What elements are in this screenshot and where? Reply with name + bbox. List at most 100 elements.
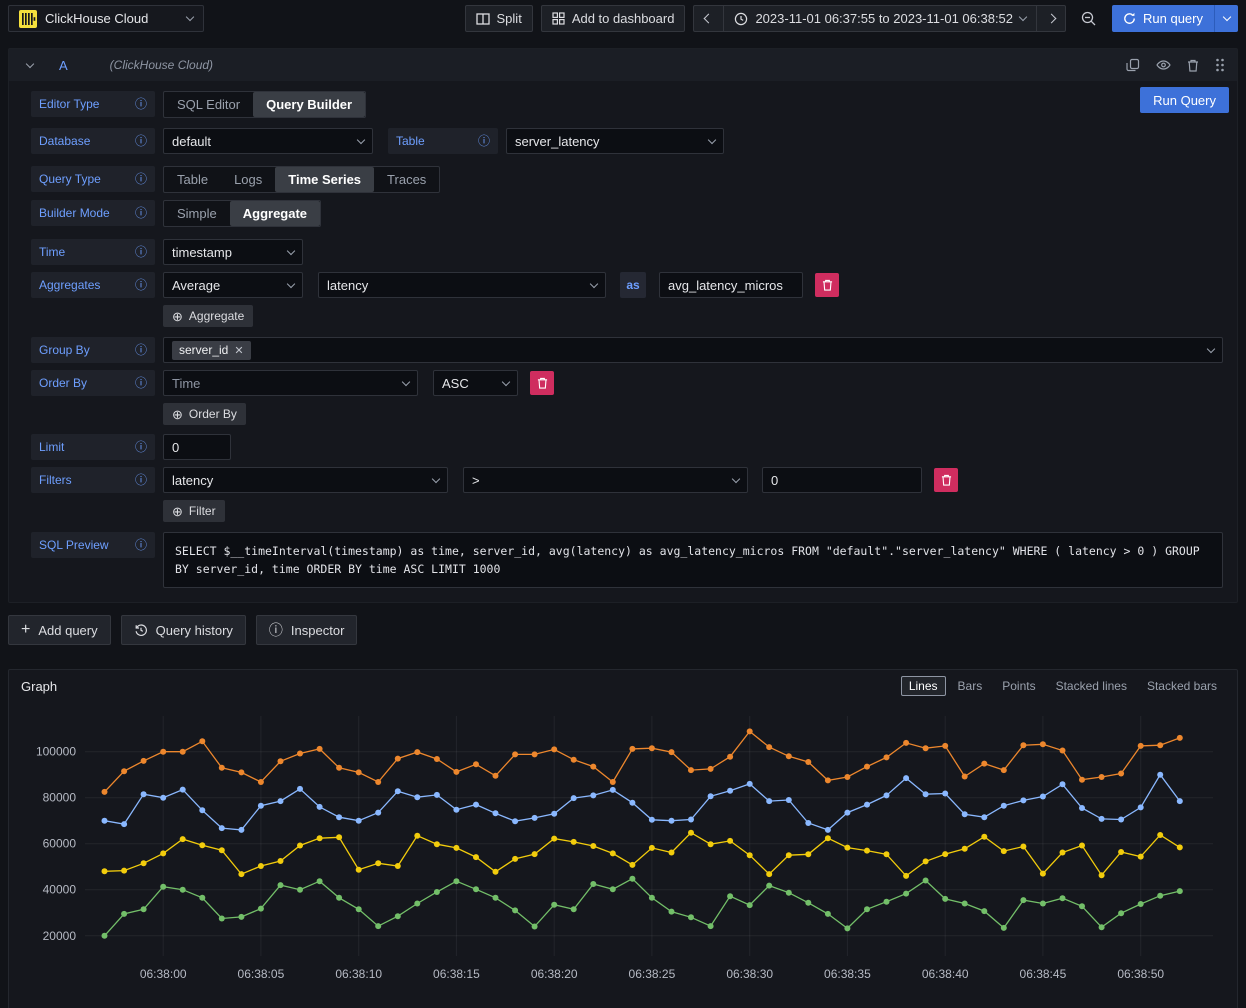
filter-value-input[interactable] — [762, 467, 922, 493]
data-point — [375, 810, 381, 816]
aggregate-function-select[interactable]: Average — [163, 272, 303, 298]
datasource-picker[interactable]: ClickHouse Cloud — [8, 5, 204, 32]
option-time-series[interactable]: Time Series — [275, 167, 374, 192]
info-icon[interactable]: ⓘ — [135, 474, 147, 486]
duplicate-query-icon[interactable] — [1126, 58, 1140, 72]
data-point — [121, 821, 127, 827]
remove-filter-button[interactable] — [934, 468, 958, 492]
option-sql-editor[interactable]: SQL Editor — [164, 92, 253, 117]
option-points[interactable]: Points — [994, 676, 1043, 696]
info-icon[interactable]: ⓘ — [135, 173, 147, 185]
split-button[interactable]: Split — [465, 5, 533, 32]
option-table[interactable]: Table — [164, 167, 221, 192]
option-aggregate[interactable]: Aggregate — [230, 201, 320, 226]
time-series-chart[interactable]: 2000040000600008000010000006:38:0006:38:… — [9, 702, 1223, 1000]
trash-icon[interactable] — [1187, 59, 1199, 72]
data-point — [258, 779, 264, 785]
data-point — [453, 878, 459, 884]
data-point — [1020, 897, 1026, 903]
option-bars[interactable]: Bars — [950, 676, 991, 696]
data-point — [825, 827, 831, 833]
add-filter-button[interactable]: ⊕ Filter — [163, 500, 225, 522]
remove-aggregate-button[interactable] — [815, 273, 839, 297]
remove-tag-icon[interactable]: ✕ — [234, 344, 243, 357]
eye-icon[interactable] — [1156, 59, 1171, 71]
run-query-dropdown[interactable] — [1214, 5, 1238, 32]
info-icon[interactable]: ⓘ — [135, 539, 147, 551]
aggregate-alias-input[interactable] — [659, 272, 803, 298]
data-point — [962, 774, 968, 780]
option-traces[interactable]: Traces — [374, 167, 439, 192]
option-simple[interactable]: Simple — [164, 201, 230, 226]
series-avg-latency-micros-d[interactable] — [102, 728, 1183, 795]
y-axis-tick-label: 100000 — [36, 745, 76, 759]
split-icon — [476, 13, 490, 25]
add-query-button[interactable]: + Add query — [8, 615, 111, 645]
run-query-inline-button[interactable]: Run Query — [1140, 87, 1229, 113]
option-stacked-bars[interactable]: Stacked bars — [1139, 676, 1225, 696]
table-select[interactable]: server_latency — [506, 128, 724, 154]
info-icon[interactable]: ⓘ — [135, 98, 147, 110]
series-avg-latency-micros-b[interactable] — [102, 830, 1183, 879]
limit-input[interactable] — [163, 434, 231, 460]
data-point — [766, 798, 772, 804]
query-datasource-hint: (ClickHouse Cloud) — [110, 58, 213, 72]
info-icon[interactable]: ⓘ — [478, 135, 490, 147]
data-point — [571, 839, 577, 845]
time-range-forward-button[interactable] — [1036, 5, 1066, 32]
add-aggregate-button[interactable]: ⊕ Aggregate — [163, 305, 253, 327]
data-point — [532, 751, 538, 757]
filter-column-select[interactable]: latency — [163, 467, 448, 493]
info-icon[interactable]: ⓘ — [135, 441, 147, 453]
data-point — [805, 759, 811, 765]
clickhouse-logo-icon — [19, 10, 37, 28]
chevron-down-icon — [1207, 344, 1215, 352]
data-point — [766, 883, 772, 889]
time-range-back-button[interactable] — [693, 5, 723, 32]
group-by-tag[interactable]: server_id ✕ — [172, 341, 251, 360]
data-point — [1177, 844, 1183, 850]
option-query-builder[interactable]: Query Builder — [253, 92, 365, 117]
query-row-header[interactable]: A (ClickHouse Cloud) — [9, 49, 1237, 81]
time-column-select[interactable]: timestamp — [163, 239, 303, 265]
query-history-button[interactable]: Query history — [121, 615, 246, 645]
data-point — [981, 908, 987, 914]
info-icon[interactable]: ⓘ — [135, 344, 147, 356]
info-icon[interactable]: ⓘ — [135, 207, 147, 219]
order-by-field-select[interactable]: Time — [163, 370, 418, 396]
database-select[interactable]: default — [163, 128, 373, 154]
chevron-down-icon — [708, 135, 716, 143]
option-logs[interactable]: Logs — [221, 167, 275, 192]
add-to-dashboard-button[interactable]: Add to dashboard — [541, 5, 686, 32]
series-avg-latency-micros-c[interactable] — [102, 772, 1183, 833]
data-point — [727, 838, 733, 844]
data-point — [160, 749, 166, 755]
zoom-out-time-button[interactable] — [1074, 5, 1104, 32]
info-icon[interactable]: ⓘ — [135, 279, 147, 291]
drag-handle-icon[interactable] — [1215, 58, 1225, 72]
data-point — [434, 792, 440, 798]
inspector-button[interactable]: ⓘ Inspector — [256, 615, 357, 645]
data-point — [669, 818, 675, 824]
data-point — [1177, 735, 1183, 741]
order-by-direction-select[interactable]: ASC — [433, 370, 518, 396]
info-icon[interactable]: ⓘ — [135, 246, 147, 258]
filter-operator-select[interactable]: > — [463, 467, 748, 493]
run-query-button[interactable]: Run query — [1112, 5, 1214, 32]
add-order-by-button[interactable]: ⊕ Order By — [163, 403, 246, 425]
info-icon[interactable]: ⓘ — [135, 135, 147, 147]
option-stacked-lines[interactable]: Stacked lines — [1048, 676, 1135, 696]
option-lines[interactable]: Lines — [901, 676, 946, 696]
series-avg-latency-micros-a[interactable] — [102, 876, 1183, 939]
group-by-multiselect[interactable]: server_id ✕ — [163, 337, 1223, 363]
x-axis-tick-label: 06:38:05 — [238, 967, 285, 981]
time-range-picker[interactable]: 2023-11-01 06:37:55 to 2023-11-01 06:38:… — [723, 5, 1036, 32]
remove-order-by-button[interactable] — [530, 371, 554, 395]
data-point — [1138, 854, 1144, 860]
apps-icon — [552, 12, 565, 25]
collapse-chevron-icon[interactable] — [26, 59, 34, 67]
data-point — [434, 756, 440, 762]
data-point — [356, 867, 362, 873]
aggregate-column-select[interactable]: latency — [318, 272, 606, 298]
info-icon[interactable]: ⓘ — [135, 377, 147, 389]
